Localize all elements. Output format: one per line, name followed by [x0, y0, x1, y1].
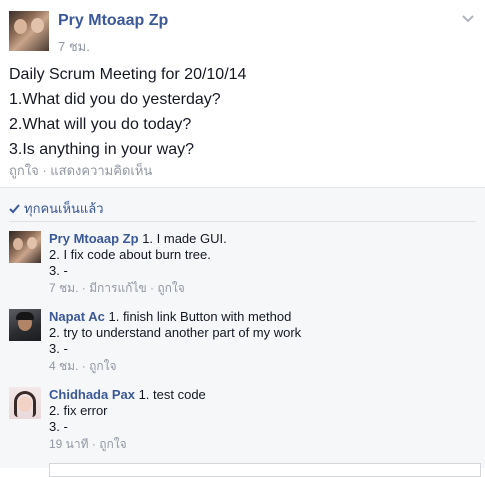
check-icon	[9, 204, 20, 214]
comment-line: 2. fix error	[49, 403, 108, 418]
comment-author[interactable]: Chidhada Pax	[49, 387, 135, 402]
post-actions: ถูกใจ · แสดงความคิดเห็น	[9, 160, 152, 181]
edited-link[interactable]: มีการแก้ไข	[89, 281, 147, 295]
comment-meta: 19 นาที · ถูกใจ	[49, 436, 206, 452]
comment-time[interactable]: 19 นาที	[49, 437, 89, 451]
comment-text: Pry Mtoaap Zp 1. I made GUI. 2. I fix co…	[49, 231, 227, 296]
comment-time[interactable]: 7 ชม.	[49, 281, 78, 295]
meta-separator: ·	[146, 281, 158, 295]
post-body: Daily Scrum Meeting for 20/10/14 1.What …	[9, 62, 246, 162]
divider	[9, 221, 476, 222]
comment-meta: 4 ชม. · ถูกใจ	[49, 358, 301, 374]
post-line: 3.Is anything in your way?	[9, 141, 194, 158]
comment-meta: 7 ชม. · มีการแก้ไข · ถูกใจ	[49, 280, 227, 296]
comment-like-link[interactable]: ถูกใจ	[99, 437, 126, 451]
comment-line: 1. test code	[134, 387, 206, 402]
comment-author[interactable]: Napat Ac	[49, 309, 105, 324]
post-line: 2.What will you do today?	[9, 116, 192, 133]
comment-line: 2. I fix code about burn tree.	[49, 247, 211, 262]
comment-time[interactable]: 4 ชม.	[49, 359, 78, 373]
comment-link[interactable]: แสดงความคิดเห็น	[50, 163, 152, 178]
chevron-down-icon[interactable]	[461, 12, 475, 26]
reply-input[interactable]	[49, 463, 481, 477]
comment-text: Napat Ac 1. finish link Button with meth…	[49, 309, 301, 374]
comment-line: 1. I made GUI.	[138, 231, 227, 246]
post-time[interactable]: 7 ชม.	[58, 36, 90, 57]
comment-text: Chidhada Pax 1. test code 2. fix error 3…	[49, 387, 206, 452]
comment-line: 2. try to understand another part of my …	[49, 325, 302, 340]
comment-line: 1. finish link Button with method	[104, 309, 292, 324]
post-header: Pry Mtoaap Zp 7 ชม.	[0, 0, 485, 60]
seen-by-indicator[interactable]: ทุกคนเห็นแล้ว	[9, 198, 104, 219]
author-avatar[interactable]	[9, 11, 49, 51]
comment-like-link[interactable]: ถูกใจ	[89, 359, 116, 373]
comment-line: 3. -	[49, 419, 68, 434]
seen-label: ทุกคนเห็นแล้ว	[24, 201, 104, 216]
meta-separator: ·	[78, 281, 90, 295]
post-line: Daily Scrum Meeting for 20/10/14	[9, 66, 247, 83]
meta-separator: ·	[78, 359, 90, 373]
comment-avatar[interactable]	[9, 387, 41, 419]
author-name[interactable]: Pry Mtoaap Zp	[58, 12, 168, 30]
meta-separator: ·	[88, 437, 100, 451]
comment-author[interactable]: Pry Mtoaap Zp	[49, 231, 139, 246]
like-link[interactable]: ถูกใจ	[9, 163, 39, 178]
comment-avatar[interactable]	[9, 309, 41, 341]
comment-line: 3. -	[49, 341, 68, 356]
post-line: 1.What did you do yesterday?	[9, 91, 221, 108]
action-separator: ·	[38, 163, 51, 178]
comment-line: 3. -	[49, 263, 68, 278]
feedback-section: ทุกคนเห็นแล้ว Pry Mtoaap Zp 1. I made GU…	[0, 187, 485, 477]
comment-avatar[interactable]	[9, 231, 41, 263]
comment-like-link[interactable]: ถูกใจ	[157, 281, 184, 295]
